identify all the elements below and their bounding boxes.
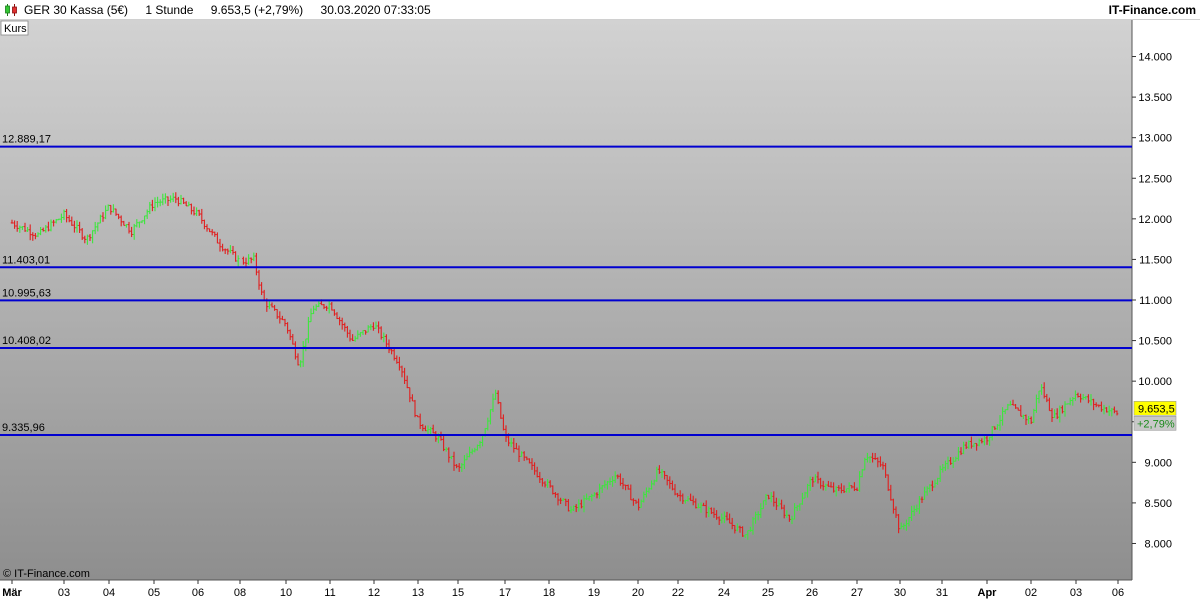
x-tick-label: 12 [368,587,380,599]
x-tick-label: 30 [894,587,906,599]
y-tick-label: 11.500 [1139,254,1172,266]
copyright-label: © IT-Finance.com [3,568,90,580]
candlestick-chart-icon [5,4,17,16]
y-tick-label: 11.000 [1139,295,1172,307]
x-tick-label: 25 [762,587,774,599]
last-price-label: 9.653,5 [1138,403,1175,415]
timestamp: 30.03.2020 07:33:05 [320,3,431,17]
panel-label-box: Kurs [0,20,29,36]
level-label: 12.889,17 [2,134,51,146]
x-tick-label: 15 [452,587,464,599]
level-label: 9.335,96 [2,422,45,434]
y-tick-label: 8.500 [1144,498,1172,510]
x-tick-label: 24 [718,587,730,599]
y-tick-label: 14.000 [1138,52,1172,64]
level-label: 10.408,02 [2,335,51,347]
y-tick-label: 12.000 [1138,214,1172,226]
x-tick-label: 04 [103,587,115,599]
x-tick-label: 03 [1070,587,1082,599]
x-tick-label: 08 [234,587,246,599]
price-chart[interactable]: 12.889,17 11.403,01 10.995,63 10.408,02 9.33… [0,20,1200,600]
x-tick-label: 10 [280,587,292,599]
level-label: 10.995,63 [2,287,51,299]
brand-label[interactable]: IT-Finance.com [1109,3,1196,17]
x-tick-label: 22 [672,587,684,599]
x-tick-label: 31 [936,587,948,599]
x-tick-label: 17 [499,587,511,599]
x-tick-label: 02 [1025,587,1037,599]
panel-label: Kurs [4,23,27,35]
x-tick-label: 06 [192,587,204,599]
level-label: 11.403,01 [2,254,50,266]
y-tick-label: 13.500 [1138,92,1172,104]
chart-header: GER 30 Kassa (5€) 1 Stunde 9.653,5 (+2,7… [0,0,1200,20]
y-tick-label: 13.000 [1138,133,1172,145]
x-tick-label: 18 [543,587,555,599]
x-tick-label: 03 [58,587,70,599]
interval-label: 1 Stunde [145,3,194,17]
y-tick-label: 10.000 [1138,376,1172,388]
x-tick-label: 19 [588,587,600,599]
x-tick-label: 20 [632,587,644,599]
y-tick-label: 12.500 [1138,173,1172,185]
x-tick-label: 27 [851,587,863,599]
header-info: GER 30 Kassa (5€) 1 Stunde 9.653,5 (+2,7… [24,3,445,17]
price-summary: 9.653,5 (+2,79%) [210,3,304,17]
y-tick-label: 9.000 [1144,457,1172,469]
y-tick-label: 10.500 [1138,336,1172,348]
x-tick-label: 05 [148,587,160,599]
x-tick-label: 26 [806,587,818,599]
x-tick-label: Mär [2,587,22,599]
x-tick-label: 13 [412,587,424,599]
x-tick-label: 06 [1112,587,1124,599]
change-label: +2,79% [1137,418,1175,430]
instrument-name: GER 30 Kassa (5€) [24,3,129,17]
x-tick-label: Apr [978,587,998,599]
price-bar [1066,403,1069,405]
x-tick-label: 11 [324,587,335,599]
y-tick-label: 8.000 [1144,538,1172,550]
